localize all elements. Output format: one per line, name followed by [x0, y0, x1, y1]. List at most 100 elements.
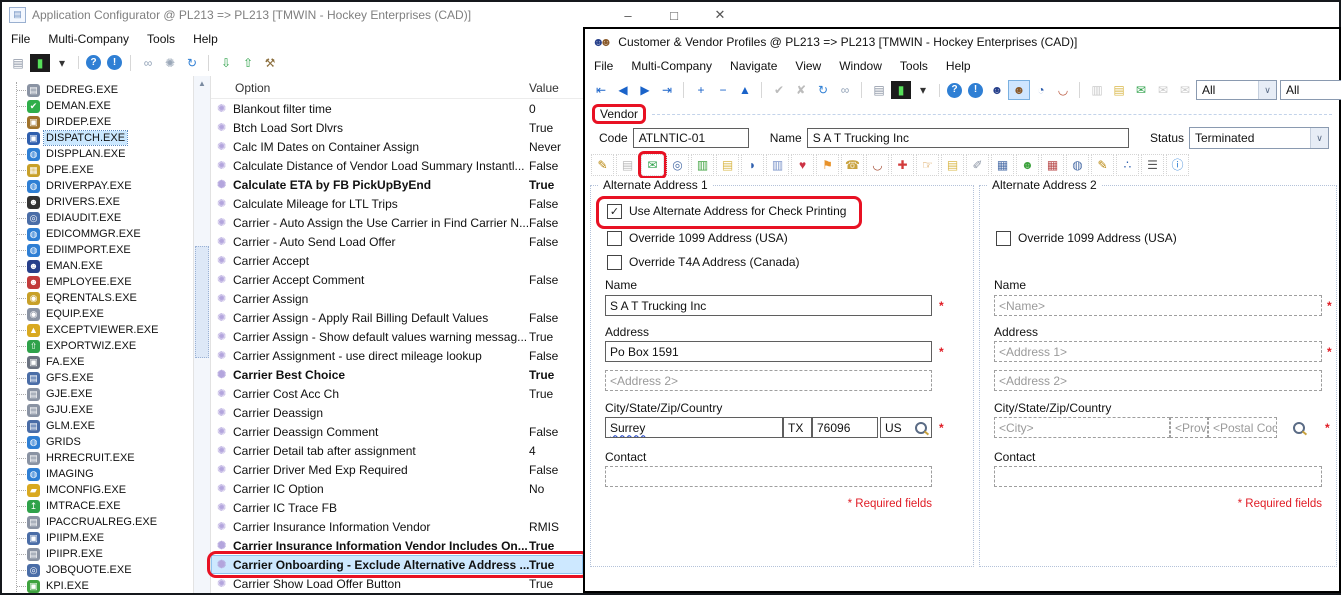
checkbox-row[interactable]: ✓ Use Alternate Address for Check Printi… — [607, 203, 846, 219]
notepad-icon[interactable]: ▤ — [941, 154, 964, 176]
alt2-name-input[interactable]: <Name> — [994, 295, 1322, 316]
tools-icon[interactable]: ⚒ — [260, 54, 280, 72]
menu-item[interactable]: Tools — [891, 59, 937, 73]
tree-item[interactable]: ▣ DIRDEP.EXE — [17, 114, 192, 130]
table-row[interactable]: ✺ Carrier Assign — [211, 289, 583, 308]
collapse-icon[interactable]: ▲ — [735, 81, 755, 99]
menu-item[interactable]: Tools — [138, 32, 184, 46]
menu-item[interactable]: Navigate — [721, 59, 786, 73]
last-record-icon[interactable]: ⇥ — [657, 81, 677, 99]
tree-item[interactable]: ✔ DEMAN.EXE — [17, 98, 192, 114]
note-edit-icon[interactable]: ✎ — [1091, 154, 1114, 176]
settings-search-icon[interactable]: ✺ — [160, 54, 180, 72]
wallet-icon[interactable]: ◗ — [741, 154, 764, 176]
country-lookup-icon[interactable] — [915, 422, 927, 434]
hand-icon[interactable]: ☞ — [916, 154, 939, 176]
print-profile-icon[interactable]: ▤ — [616, 154, 639, 176]
tree-item[interactable]: ◎ JOBQUOTE.EXE — [17, 562, 192, 578]
table-row[interactable]: ✺ Carrier Deassign Comment False — [211, 422, 583, 441]
tree-item[interactable]: ◍ IMAGING — [17, 466, 192, 482]
vendor-profile-icon[interactable]: ☻ — [1009, 81, 1029, 99]
history-icon[interactable]: ◔ — [1031, 81, 1051, 99]
table-row[interactable]: ✺ Carrier Assign - Apply Rail Billing De… — [211, 308, 583, 327]
print-icon[interactable]: ▤ — [8, 54, 28, 72]
dropdown-arrow-icon[interactable]: ▾ — [913, 81, 933, 99]
alt2-prov-input[interactable]: <Prov> — [1170, 417, 1208, 438]
tree-item[interactable]: ▲ EXCEPTVIEWER.EXE — [17, 322, 192, 338]
cancel-icon[interactable]: ✘ — [791, 81, 811, 99]
table-row[interactable]: ✺ Calc IM Dates on Container Assign Neve… — [211, 137, 583, 156]
search-icon[interactable]: ◎ — [666, 154, 689, 176]
flag-icon[interactable]: ⚑ — [816, 154, 839, 176]
people-icon[interactable]: ☻ — [1016, 154, 1039, 176]
tab-vendor[interactable]: Vendor — [592, 104, 646, 124]
status-select[interactable]: Terminated ∨ — [1189, 127, 1329, 149]
checkbox-row[interactable]: Override T4A Address (Canada) — [607, 254, 800, 270]
country-lookup-button[interactable] — [1286, 417, 1312, 438]
help-icon[interactable]: ? — [86, 55, 101, 70]
name-input[interactable]: S A T Trucking Inc — [807, 128, 1129, 148]
table-row[interactable]: ✺ Carrier Insurance Information Vendor I… — [211, 536, 583, 555]
table-row[interactable]: ✺ Carrier - Auto Send Load Offer False — [211, 232, 583, 251]
menu-item[interactable]: File — [585, 59, 622, 73]
tree-item[interactable]: ▤ IPACCRUALREG.EXE — [17, 514, 192, 530]
tree-item[interactable]: ▣ IPIIPM.EXE — [17, 530, 192, 546]
chart-icon[interactable]: ▥ — [691, 154, 714, 176]
delete-record-icon[interactable]: − — [713, 81, 733, 99]
add-record-icon[interactable]: + — [691, 81, 711, 99]
filter-dropdown-1[interactable]: All ∨ — [1196, 80, 1277, 100]
save-icon[interactable]: ✔ — [769, 81, 789, 99]
table-row[interactable]: ✺ Carrier Best Choice True — [211, 365, 583, 384]
dentures-icon[interactable]: ◡ — [866, 154, 889, 176]
tree-item[interactable]: ◉ EQUIP.EXE — [17, 306, 192, 322]
tree-item[interactable]: ☻ EMPLOYEE.EXE — [17, 274, 192, 290]
alt1-country-input[interactable]: US — [880, 417, 932, 438]
tree-item[interactable]: ▤ GJU.EXE — [17, 402, 192, 418]
table-row[interactable]: ✺ Carrier Assign - Show default values w… — [211, 327, 583, 346]
calendar-icon[interactable]: ▦ — [1041, 154, 1064, 176]
checkbox[interactable] — [996, 231, 1011, 246]
override-1099-checkbox-row[interactable]: Override 1099 Address (USA) — [996, 230, 1177, 246]
table-row[interactable]: ✺ Carrier Accept Comment False — [211, 270, 583, 289]
minimize-button[interactable]: – — [605, 2, 651, 28]
first-record-icon[interactable]: ⇤ — [591, 81, 611, 99]
hierarchy-icon[interactable]: ∴ — [1116, 154, 1139, 176]
alt1-name-input[interactable]: S A T Trucking Inc — [605, 295, 932, 316]
tree-item[interactable]: ▤ IPIIPR.EXE — [17, 546, 192, 562]
console-icon[interactable]: ▮ — [891, 81, 911, 99]
menu-item[interactable]: Window — [830, 59, 891, 73]
tree-item[interactable]: ▦ DPE.EXE — [17, 162, 192, 178]
mail-icon[interactable]: ✉ — [1153, 81, 1173, 99]
phone-icon[interactable]: ☎ — [841, 154, 864, 176]
refresh-icon[interactable]: ↻ — [813, 81, 833, 99]
chart-icon[interactable]: ▥ — [1087, 81, 1107, 99]
info-lock-icon[interactable]: ⓘ — [1166, 154, 1189, 176]
form-icon[interactable]: ▥ — [766, 154, 789, 176]
tree-item[interactable]: ▤ GJE.EXE — [17, 386, 192, 402]
table-row[interactable]: ✺ Calculate ETA by FB PickUpByEnd True — [211, 175, 583, 194]
list-icon[interactable]: ☰ — [1141, 154, 1164, 176]
menu-item[interactable]: File — [2, 32, 39, 46]
help-icon[interactable]: ? — [947, 83, 962, 98]
alt2-address2-input[interactable]: <Address 2> — [994, 370, 1322, 391]
first-aid-icon[interactable]: ✚ — [891, 154, 914, 176]
alt1-state-input[interactable]: TX — [783, 417, 812, 438]
scroll-up-icon[interactable]: ▲ — [194, 76, 210, 91]
next-record-icon[interactable]: ▶ — [635, 81, 655, 99]
alt1-address1-input[interactable]: Po Box 1591 — [605, 341, 932, 362]
table-row[interactable]: ✺ Carrier Driver Med Exp Required False — [211, 460, 583, 479]
table-row[interactable]: ✺ Blankout filter time 0 — [211, 99, 583, 118]
check-printing-address-icon[interactable]: ✉ — [641, 154, 664, 176]
table-row[interactable]: ✺ Carrier Insurance Information Vendor R… — [211, 517, 583, 536]
export-icon[interactable]: ⇧ — [238, 54, 258, 72]
refresh-icon[interactable]: ↻ — [182, 54, 202, 72]
table-row[interactable]: ✺ Calculate Mileage for LTL Trips False — [211, 194, 583, 213]
tree-item[interactable]: ◍ EDICOMMGR.EXE — [17, 226, 192, 242]
checkbox[interactable] — [607, 255, 622, 270]
calculator-icon[interactable]: ▦ — [991, 154, 1014, 176]
alt2-address1-input[interactable]: <Address 1> — [994, 341, 1322, 362]
find-icon[interactable]: ∞ — [835, 81, 855, 99]
tree-item[interactable]: ◉ EQRENTALS.EXE — [17, 290, 192, 306]
maximize-button[interactable]: □ — [651, 2, 697, 28]
tree-item[interactable]: ☻ DRIVERS.EXE — [17, 194, 192, 210]
